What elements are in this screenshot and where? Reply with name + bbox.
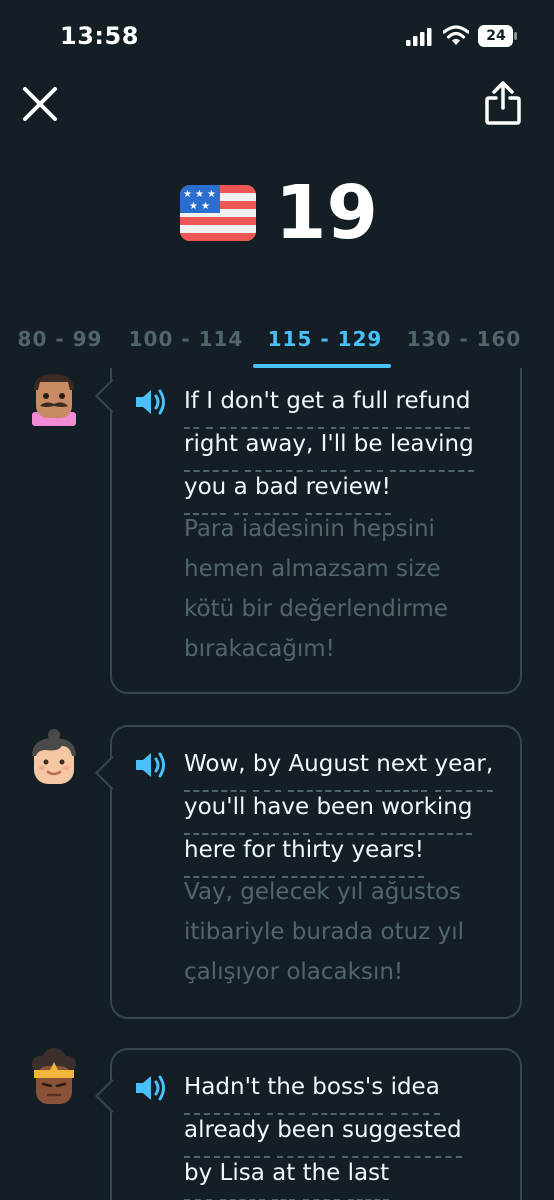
word[interactable]: you xyxy=(184,466,227,515)
sentence-line: If I don't get a full refund xyxy=(184,380,514,429)
conversation-list[interactable]: If I don't get a full refund right away,… xyxy=(0,368,554,1200)
word[interactable]: bad xyxy=(255,466,299,515)
word[interactable]: boss's xyxy=(312,1066,383,1115)
sentence-line: you a bad review! xyxy=(184,466,514,515)
svg-text:★: ★ xyxy=(201,201,210,212)
svg-text:★: ★ xyxy=(195,189,204,200)
word[interactable]: refund xyxy=(395,380,470,429)
svg-text:★: ★ xyxy=(183,189,192,200)
word[interactable]: Hadn't xyxy=(184,1066,260,1115)
word[interactable]: Lisa xyxy=(219,1152,266,1200)
word[interactable]: away, xyxy=(245,423,313,472)
bubble-tail xyxy=(95,756,129,790)
tab-130-160[interactable]: 130 - 160 xyxy=(400,318,528,368)
word[interactable]: full xyxy=(352,380,389,429)
word[interactable]: the xyxy=(267,1066,305,1115)
word[interactable]: next xyxy=(376,743,427,792)
word[interactable]: get xyxy=(286,380,324,429)
word[interactable]: If xyxy=(184,380,199,429)
translation-line: bırakacağım! xyxy=(184,636,335,662)
tab-115-129[interactable]: 115 - 129 xyxy=(258,318,392,368)
word[interactable]: be xyxy=(353,423,383,472)
range-tabs: 80 - 99 100 - 114 115 - 129 130 - 160 xyxy=(0,318,554,368)
word[interactable]: year, xyxy=(434,743,493,792)
word[interactable]: thirty xyxy=(282,829,345,878)
svg-text:★: ★ xyxy=(207,189,216,200)
avatar-mustache-man xyxy=(32,374,76,426)
word[interactable]: I'll xyxy=(320,423,346,472)
streak-count: 19 xyxy=(275,170,378,256)
sentence-line: right away, I'll be leaving xyxy=(184,423,514,472)
translation-line: hemen almazsam size xyxy=(184,556,441,582)
word[interactable]: working xyxy=(381,786,473,835)
speaker-icon[interactable] xyxy=(134,386,170,418)
avatar-headband-woman xyxy=(32,1048,76,1104)
word[interactable]: been xyxy=(277,1109,336,1158)
sentence-line: already been suggested xyxy=(184,1109,514,1158)
word[interactable]: review! xyxy=(305,466,392,515)
sentence-line: Hadn't the boss's idea xyxy=(184,1066,514,1115)
translation-line: Vay, gelecek yıl ağustos xyxy=(184,879,462,905)
sentence-line: you'll have been working xyxy=(184,786,514,835)
sentence-line: Wow, by August next year, xyxy=(184,743,514,792)
word[interactable]: been xyxy=(316,786,375,835)
message-text: Hadn't the boss's idea already been sugg… xyxy=(184,1066,514,1200)
word[interactable]: suggested xyxy=(342,1109,462,1158)
word[interactable]: for xyxy=(243,829,275,878)
word[interactable]: idea xyxy=(390,1066,441,1115)
bubble-tail xyxy=(95,1079,129,1113)
message-text: Wow, by August next year, you'll have be… xyxy=(184,743,514,992)
sentence-line: here for thirty years! xyxy=(184,829,514,878)
tab-100-114[interactable]: 100 - 114 xyxy=(122,318,250,368)
message-text: If I don't get a full refund right away,… xyxy=(184,380,514,669)
word[interactable]: the xyxy=(302,1152,340,1200)
speaker-icon[interactable] xyxy=(134,749,170,781)
word[interactable]: here xyxy=(184,829,236,878)
translation-line: çalışıyor olacaksın! xyxy=(184,959,404,985)
word[interactable]: I xyxy=(206,380,213,429)
message-bubble: If I don't get a full refund right away,… xyxy=(95,368,522,694)
word[interactable]: at xyxy=(272,1152,296,1200)
word[interactable]: a xyxy=(331,380,346,429)
word[interactable]: a xyxy=(233,466,248,515)
svg-text:★: ★ xyxy=(189,201,198,212)
message-bubble: Wow, by August next year, you'll have be… xyxy=(95,725,522,1019)
bubble-tail xyxy=(95,379,129,413)
tab-80-99[interactable]: 80 - 99 xyxy=(10,318,110,368)
share-icon[interactable] xyxy=(484,80,522,126)
word[interactable]: right xyxy=(184,423,239,472)
close-icon[interactable] xyxy=(20,84,60,124)
word[interactable]: years! xyxy=(351,829,424,878)
word[interactable]: by xyxy=(184,1152,213,1200)
word[interactable]: don't xyxy=(220,380,279,429)
us-flag-icon: ★ ★ ★ ★ ★ xyxy=(180,185,256,241)
status-bar: 13:58 24 xyxy=(0,0,554,70)
sentence-line: by Lisa at the last xyxy=(184,1152,514,1200)
word[interactable]: August xyxy=(288,743,369,792)
battery-level: 24 xyxy=(486,28,506,44)
avatar-bun-woman xyxy=(32,729,76,784)
speaker-icon[interactable] xyxy=(134,1072,170,1104)
word[interactable]: leaving xyxy=(389,423,474,472)
word[interactable]: have xyxy=(252,786,310,835)
word[interactable]: by xyxy=(252,743,282,792)
translation-line: itibariyle burada otuz yıl xyxy=(184,919,464,945)
word[interactable]: you'll xyxy=(184,786,246,835)
message-bubble: Hadn't the boss's idea already been sugg… xyxy=(95,1048,522,1200)
translation-line: Para iadesinin hepsini xyxy=(184,516,435,542)
status-time: 13:58 xyxy=(60,22,139,50)
signal-icon xyxy=(406,28,432,46)
word[interactable]: already xyxy=(184,1109,270,1158)
wifi-icon xyxy=(443,25,469,45)
translation-line: kötü bir değerlendirme xyxy=(184,596,448,622)
word[interactable]: Wow, xyxy=(184,743,246,792)
word[interactable]: last xyxy=(347,1152,389,1200)
